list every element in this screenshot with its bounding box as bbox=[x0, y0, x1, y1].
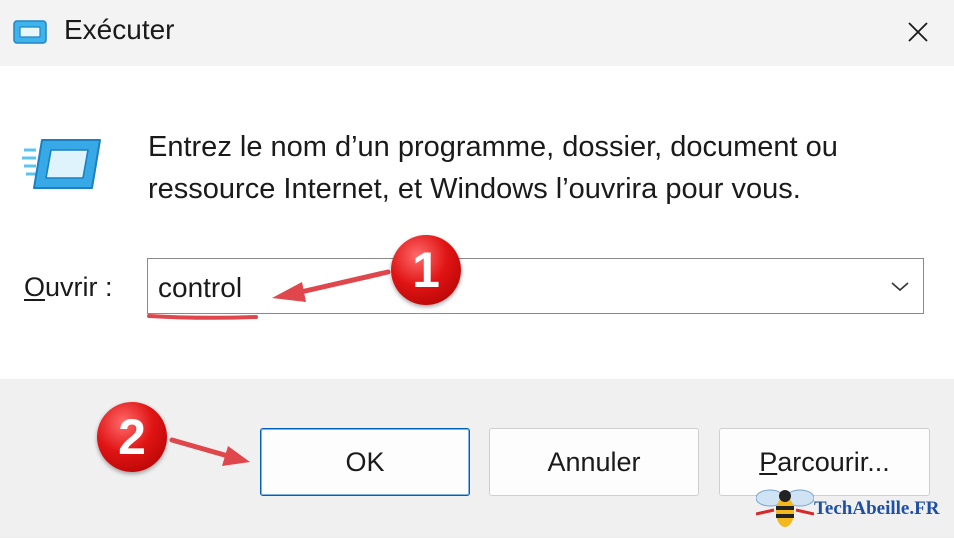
open-label-mnemonic: O bbox=[24, 272, 46, 302]
step-1-badge: 1 bbox=[391, 235, 461, 305]
dialog-content bbox=[0, 66, 954, 379]
description-line-1: Entrez le nom d’un programme, dossier, d… bbox=[148, 131, 838, 163]
dialog-description: Entrez le nom d’un programme, dossier, d… bbox=[148, 126, 928, 210]
close-button[interactable] bbox=[896, 12, 940, 52]
watermark: TechAbeille.FR bbox=[755, 484, 952, 534]
open-label: Ouvrir : bbox=[24, 272, 113, 303]
browse-label: arcourir... bbox=[777, 446, 890, 477]
open-label-text: uvrir : bbox=[45, 272, 113, 302]
chevron-down-icon[interactable] bbox=[889, 275, 911, 297]
description-line-2: ressource Internet, et Windows l’ouvrira… bbox=[148, 173, 801, 205]
cancel-button[interactable]: Annuler bbox=[489, 428, 699, 496]
title-bar: Exécuter bbox=[0, 0, 954, 66]
ok-button[interactable]: OK bbox=[260, 428, 470, 496]
run-icon bbox=[13, 20, 47, 44]
window-title: Exécuter bbox=[64, 14, 175, 45]
open-input[interactable]: control bbox=[158, 272, 242, 304]
watermark-text: TechAbeille.FR bbox=[814, 498, 940, 519]
bee-icon bbox=[755, 489, 815, 527]
open-combobox[interactable]: control bbox=[147, 258, 924, 314]
close-icon bbox=[908, 22, 928, 42]
step-2-badge: 2 bbox=[97, 402, 167, 472]
run-app-icon bbox=[22, 139, 101, 189]
browse-mnemonic: P bbox=[759, 446, 778, 477]
